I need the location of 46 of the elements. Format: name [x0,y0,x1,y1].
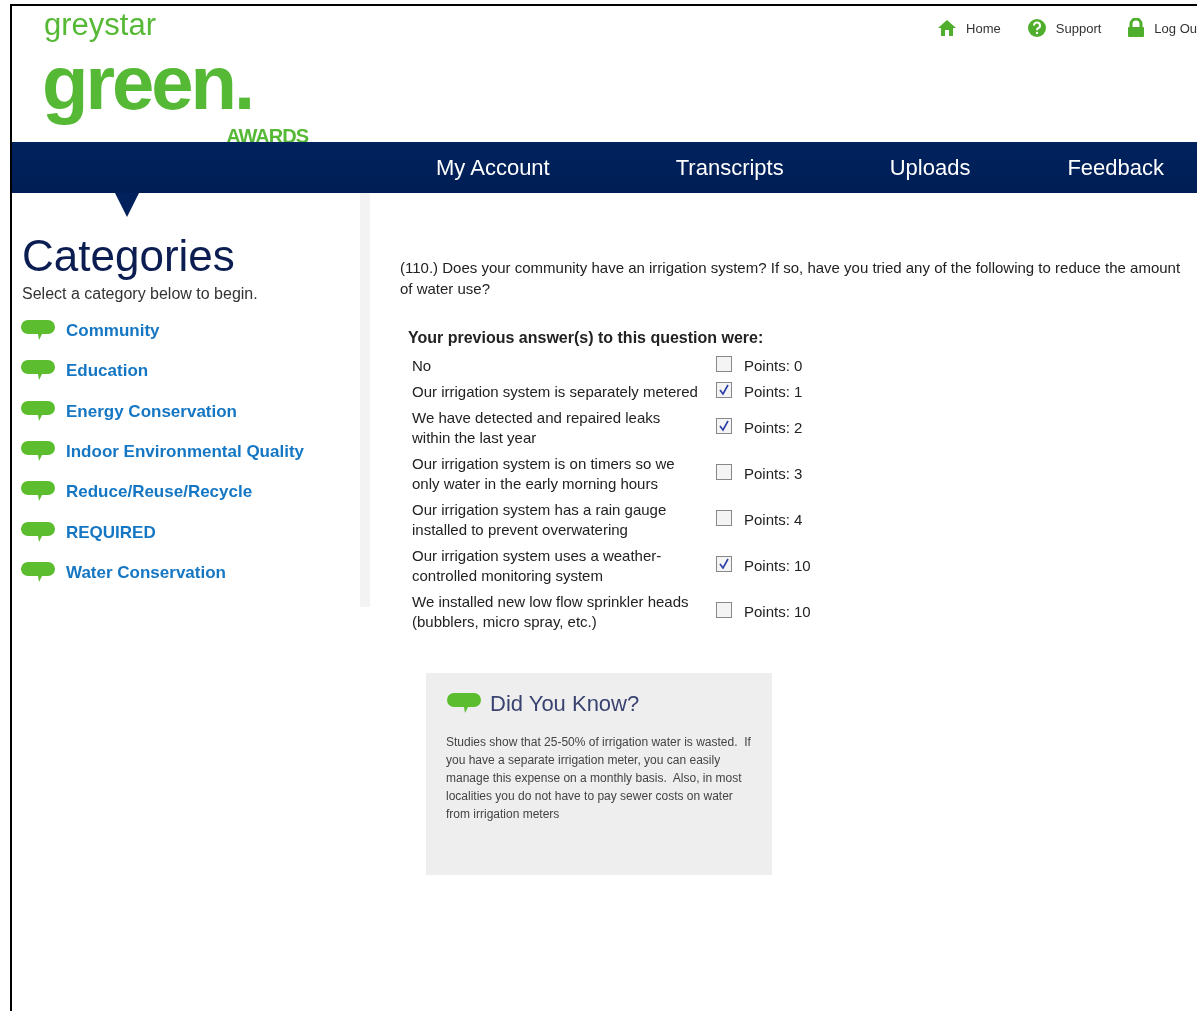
answers-heading: Your previous answer(s) to this question were: [408,329,765,347]
tip-title: Did You Know? [490,691,640,717]
category-link[interactable]: Water Conservation [66,562,226,583]
answer-label: We installed new low flow sprinkler heads (bubblers, micro spray, etc.) [411,592,690,632]
top-link[interactable]: Support [1026,18,1102,38]
category-link[interactable]: Energy Conservation [66,401,237,422]
category-link[interactable]: Education [66,361,149,382]
sidebar-hint: Select a category below to begin. [22,285,259,303]
top-link[interactable]: Home [937,19,1001,37]
question-text: (110.) Does your community have an irrigation system? If so, have you tried any of the following to reduce the amount of water use? [400,258,1182,299]
points-text: Points: 1 [743,382,804,402]
home-icon [937,19,958,37]
top-link[interactable]: Log Ou [1127,18,1197,38]
checkbox[interactable] [716,463,732,480]
category-link[interactable]: REQUIRED [66,522,156,543]
points-text: Points: 10 [743,602,812,622]
nav-link[interactable]: My Account [436,154,550,181]
category-link[interactable]: Reduce/Reuse/Recycle [66,482,253,503]
checkbox[interactable] [716,555,732,572]
checkbox[interactable] [716,509,732,526]
points-text: Points: 4 [743,510,804,530]
points-text: Points: 3 [743,464,804,484]
checkbox[interactable] [716,381,732,398]
points-text: Points: 2 [743,418,804,438]
points-text: Points: 10 [743,556,812,576]
category-link[interactable]: Indoor Environmental Quality [66,442,305,463]
nav-link[interactable]: Transcripts [675,154,784,181]
answer-label: Our irrigation system is on timers so we only water in the early morning hours [411,454,676,494]
logo-text: greystar [44,10,156,40]
checkbox[interactable] [716,601,732,618]
tip-text: Studies show that 25-50% of irrigation water is wasted. If you have a separate irrigation meter, you can easily manage this expense on a monthly basis. Also, in most localities you do not have to pay sewer costs on water from irrigation meters [446,734,752,823]
points-text: Points: 0 [743,356,804,376]
sidebar-title: Categories [22,231,236,281]
lock-icon [1127,18,1146,38]
answer-label: Our irrigation system has a rain gauge installed to prevent overwatering [411,500,668,540]
nav-link[interactable]: Uploads [889,154,971,181]
pointer-icon [115,193,139,217]
nav-link[interactable]: Feedback [1067,154,1165,181]
help-icon [1026,18,1047,38]
answer-label: Our irrigation system uses a weather-controlled monitoring system [411,546,663,586]
checkbox[interactable] [716,355,732,372]
checkbox[interactable] [716,417,732,434]
answer-label: No [411,356,433,376]
answer-label: Our irrigation system is separately metered [411,382,699,402]
answer-label: We have detected and repaired leaks within the last year [411,408,662,448]
category-link[interactable]: Community [66,321,160,342]
